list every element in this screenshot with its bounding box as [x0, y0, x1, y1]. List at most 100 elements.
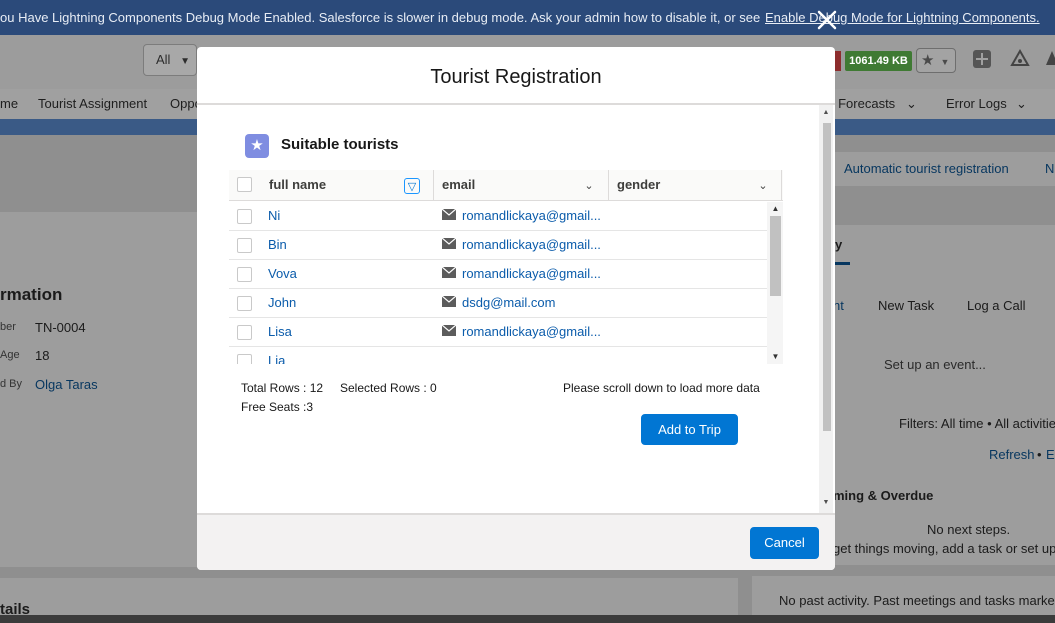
close-icon [817, 10, 837, 30]
tourist-email-link[interactable]: romandlickaya@gmail... [462, 266, 602, 281]
row-checkbox[interactable] [237, 238, 252, 253]
chevron-down-icon[interactable]: ▽ [404, 178, 420, 194]
nav-item-tourist-assignment[interactable]: Tourist Assignment [38, 96, 147, 111]
tourist-name-link[interactable]: Vova [268, 266, 297, 281]
add-icon[interactable] [971, 49, 993, 71]
debug-mode-banner: ou Have Lightning Components Debug Mode … [0, 0, 1055, 35]
tourist-registration-modal: Tourist Registration ▲ ▼ ★ Suitable tour… [197, 47, 835, 570]
record-detail-card [0, 212, 200, 567]
selected-rows: Selected Rows : 0 [340, 381, 437, 395]
field-label-age: Age [0, 349, 20, 361]
table-header: full name ▽ email ⌄ gender ⌄ [229, 170, 783, 201]
field-label-owner: d By [0, 378, 23, 390]
table-row[interactable]: Lia [229, 347, 767, 364]
column-header-email[interactable]: email [442, 170, 475, 200]
chevron-down-icon[interactable]: ⌄ [755, 178, 771, 194]
scroll-hint: Please scroll down to load more data [563, 381, 760, 395]
table-row[interactable]: John dsdg@mail.com [229, 289, 767, 318]
column-header-full-name[interactable]: full name [269, 170, 326, 200]
tourist-name-link[interactable]: Lia [268, 353, 285, 364]
tourist-name-link[interactable]: John [268, 295, 296, 310]
field-value-owner[interactable]: Olga Taras [35, 377, 98, 392]
tourist-name-link[interactable]: Bin [268, 237, 287, 252]
row-checkbox[interactable] [237, 354, 252, 364]
tab-next[interactable]: N [1045, 161, 1054, 176]
modal-footer: Cancel [197, 513, 835, 570]
email-icon [442, 209, 456, 220]
email-icon [442, 238, 456, 249]
modal-close-button[interactable] [814, 9, 840, 35]
row-checkbox[interactable] [237, 209, 252, 224]
table-row[interactable]: Ni romandlickaya@gmail... [229, 202, 767, 231]
email-icon [442, 296, 456, 307]
memory-indicator: 1061.49 KB [845, 51, 912, 71]
column-header-gender[interactable]: gender [617, 170, 660, 200]
no-next-steps-hint: get things moving, add a task or set up [833, 541, 1055, 556]
add-to-trip-button[interactable]: Add to Trip [641, 414, 738, 445]
setup-icon[interactable] [1041, 49, 1055, 71]
row-checkbox[interactable] [237, 325, 252, 340]
modal-scrollbar-thumb[interactable] [823, 123, 831, 431]
modal-title: Tourist Registration [430, 66, 602, 88]
field-value-number: TN-0004 [35, 320, 86, 335]
no-next-steps: No next steps. [927, 522, 1011, 537]
tourist-email-link[interactable]: dsdg@mail.com [462, 295, 602, 310]
scroll-up-icon[interactable]: ▲ [821, 109, 831, 116]
table-body: Ni romandlickaya@gmail... Bin romandlick… [229, 202, 783, 364]
search-scope-value: All [156, 52, 171, 67]
upcoming-overdue-header[interactable]: ming & Overdue [833, 488, 933, 503]
event-input[interactable]: Set up an event... [884, 357, 986, 372]
log-a-call-tab[interactable]: Log a Call [967, 298, 1026, 313]
row-checkbox[interactable] [237, 267, 252, 282]
scroll-down-icon[interactable]: ▼ [770, 352, 781, 361]
free-seats: Free Seats :3 [241, 400, 314, 414]
no-past-activity: No past activity. Past meetings and task… [779, 593, 1055, 608]
chevron-down-icon[interactable]: ⌄ [581, 178, 597, 194]
nav-item-forecasts[interactable]: y Forecasts [828, 96, 895, 111]
email-icon [442, 267, 456, 278]
star-icon: ★ [921, 52, 935, 69]
scroll-down-icon[interactable]: ▼ [821, 499, 831, 506]
tourist-name-link[interactable]: Ni [268, 208, 280, 223]
tourist-name-link[interactable]: Lisa [268, 324, 292, 339]
tourist-email-link[interactable]: romandlickaya@gmail... [462, 208, 602, 223]
chevron-down-icon[interactable]: ⌄ [1016, 96, 1027, 112]
card-title: Suitable tourists [281, 136, 399, 153]
field-value-age: 18 [35, 348, 50, 363]
table-row[interactable]: Vova romandlickaya@gmail... [229, 260, 767, 289]
debug-mode-link[interactable]: Enable Debug Mode for Lightning Componen… [765, 0, 1040, 35]
column-divider[interactable] [608, 170, 609, 200]
table-row[interactable]: Bin romandlickaya@gmail... [229, 231, 767, 260]
chevron-down-icon: ▼ [180, 56, 190, 67]
trailhead-icon[interactable] [1009, 48, 1031, 71]
bottom-strip [0, 615, 1055, 623]
search-scope-select[interactable]: All ▼ [143, 44, 197, 76]
table-scrollbar-thumb[interactable] [770, 216, 781, 296]
refresh-separator: • [1037, 447, 1042, 462]
total-rows: Total Rows : 12 [241, 381, 324, 395]
nav-item-home[interactable]: me [0, 96, 18, 111]
scroll-up-icon[interactable]: ▲ [770, 204, 781, 213]
email-icon [442, 325, 456, 336]
refresh-link[interactable]: Refresh [989, 447, 1035, 462]
row-checkbox[interactable] [237, 296, 252, 311]
nav-item-error-logs[interactable]: Error Logs [946, 96, 1007, 111]
field-label-number: ber [0, 321, 16, 333]
new-task-tab[interactable]: New Task [878, 298, 934, 313]
activity-filters: Filters: All time • All activitie [899, 416, 1055, 431]
tab-automatic-tourist-registration[interactable]: Automatic tourist registration [844, 161, 1009, 176]
column-divider[interactable] [433, 170, 434, 200]
modal-header: Tourist Registration [197, 47, 835, 105]
chevron-down-icon[interactable]: ⌄ [906, 96, 917, 112]
cancel-button[interactable]: Cancel [750, 527, 819, 559]
expand-all-link[interactable]: E [1046, 447, 1055, 462]
tourist-email-link[interactable]: romandlickaya@gmail... [462, 324, 602, 339]
column-divider [781, 170, 782, 200]
tourist-email-link[interactable]: romandlickaya@gmail... [462, 237, 602, 252]
favorites-button[interactable]: ★ ▼ [916, 48, 956, 73]
activity-tab[interactable]: y [835, 237, 842, 252]
table-row[interactable]: Lisa romandlickaya@gmail... [229, 318, 767, 347]
select-all-checkbox[interactable] [237, 177, 252, 192]
debug-message: ou Have Lightning Components Debug Mode … [0, 10, 761, 25]
modal-body: ▲ ▼ ★ Suitable tourists full name ▽ emai… [197, 105, 835, 513]
